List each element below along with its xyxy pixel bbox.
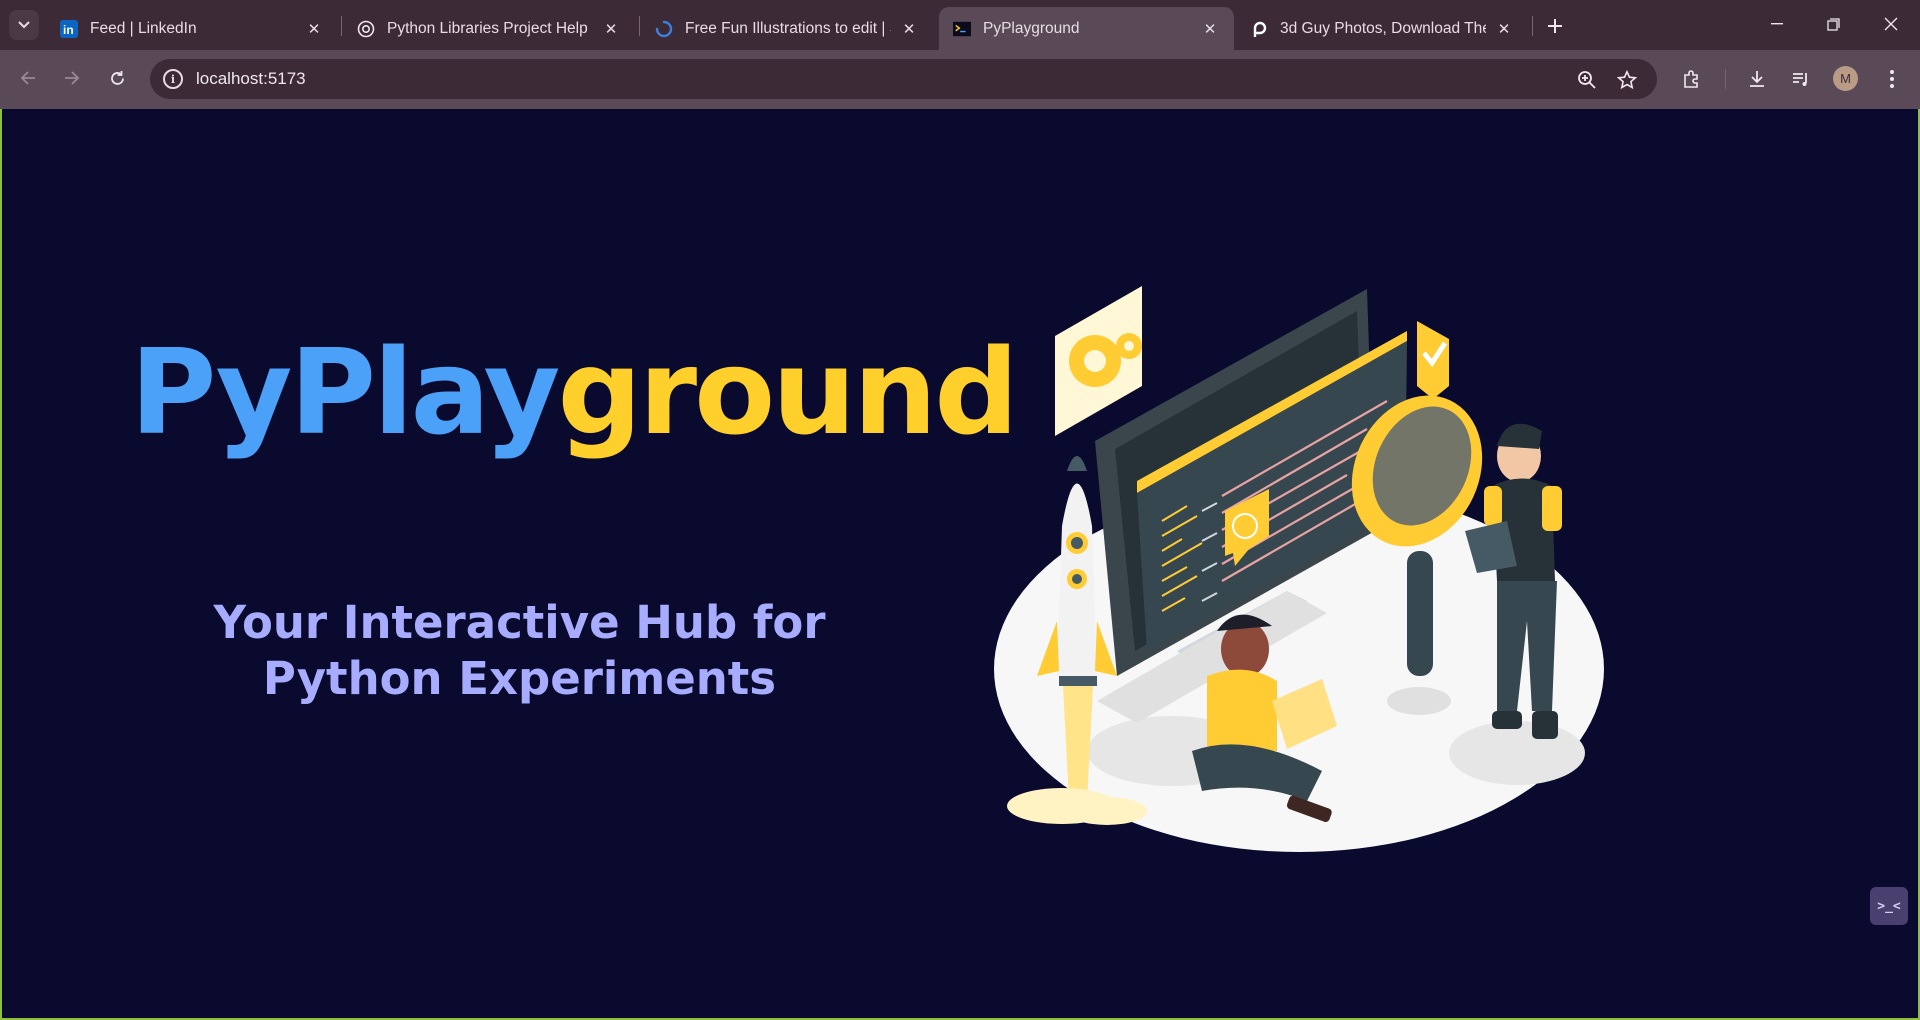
reload-button[interactable] [101, 62, 133, 94]
minimize-button[interactable] [1754, 8, 1800, 40]
close-icon[interactable]: ✕ [1494, 19, 1514, 39]
close-icon[interactable]: ✕ [304, 19, 324, 39]
forward-button[interactable] [56, 62, 88, 94]
plus-icon [1548, 19, 1562, 33]
tab-python-libraries[interactable]: Python Libraries Project Help ✕ [343, 7, 635, 50]
back-button[interactable] [12, 62, 44, 94]
address-bar[interactable]: i localhost:5173 [150, 59, 1657, 99]
tab-title: Free Fun Illustrations to edit | St [685, 19, 891, 37]
address-text[interactable]: localhost:5173 [196, 69, 306, 89]
tab-search-button[interactable] [9, 10, 39, 40]
loading-spinner-icon [655, 20, 673, 38]
freepik-icon [1250, 20, 1268, 38]
menu-kebab-icon[interactable] [1877, 64, 1907, 94]
arrow-left-icon [20, 71, 35, 85]
restore-button[interactable] [1810, 8, 1856, 40]
media-control-icon[interactable] [1786, 64, 1816, 94]
reload-icon [110, 70, 124, 85]
close-icon[interactable]: ✕ [899, 19, 919, 39]
close-icon [1884, 17, 1898, 31]
restore-icon [1826, 17, 1840, 31]
browser-chrome: in Feed | LinkedIn ✕ Python Libraries Pr… [0, 0, 1920, 109]
svg-text:in: in [63, 23, 74, 37]
tab-title: 3d Guy Photos, Download The I [1280, 19, 1486, 37]
chevron-down-icon [18, 21, 30, 29]
tab-title: PyPlayground [983, 19, 1080, 37]
hero-subtitle: Your Interactive Hub for Python Experime… [213, 596, 826, 705]
minimize-icon [1771, 23, 1783, 25]
tab-linkedin[interactable]: in Feed | LinkedIn ✕ [46, 7, 338, 50]
site-info-icon[interactable]: i [163, 69, 183, 89]
profile-avatar[interactable]: M [1833, 66, 1858, 91]
tab-title: Python Libraries Project Help [387, 19, 588, 37]
hero-title-blue-part: PyPlay [130, 323, 560, 461]
tab-separator [341, 16, 342, 36]
close-icon[interactable]: ✕ [1200, 19, 1220, 39]
bookmark-star-icon[interactable] [1614, 67, 1640, 93]
zoom-icon[interactable] [1574, 67, 1600, 93]
chatgpt-icon [357, 20, 375, 38]
browser-toolbar: i localhost:5173 [0, 50, 1920, 109]
download-icon[interactable] [1742, 64, 1772, 94]
new-tab-button[interactable] [1541, 12, 1569, 40]
tab-fun-illustrations[interactable]: Free Fun Illustrations to edit | St ✕ [641, 7, 933, 50]
tab-title: Feed | LinkedIn [90, 19, 197, 37]
close-window-button[interactable] [1868, 8, 1914, 40]
tab-separator [1532, 16, 1533, 36]
hero-illustration [994, 286, 1604, 852]
hero-title: PyPlayground [130, 333, 1019, 451]
extensions-icon[interactable] [1676, 64, 1706, 94]
dev-toolbar-toggle[interactable]: >_< [1870, 887, 1908, 925]
terminal-favicon-icon [953, 20, 971, 38]
arrow-right-icon [65, 71, 80, 85]
toolbar-divider [1725, 69, 1726, 89]
tab-strip: in Feed | LinkedIn ✕ Python Libraries Pr… [0, 0, 1920, 50]
hero-title-yellow-part: ground [557, 323, 1018, 461]
tab-pyplayground[interactable]: PyPlayground ✕ [939, 7, 1234, 50]
tab-separator [639, 16, 640, 36]
page-content: PyPlayground Your Interactive Hub for Py… [2, 109, 1918, 1018]
linkedin-icon: in [60, 19, 78, 38]
close-icon[interactable]: ✕ [601, 19, 621, 39]
tab-3d-guy-photos[interactable]: 3d Guy Photos, Download The I ✕ [1236, 7, 1528, 50]
